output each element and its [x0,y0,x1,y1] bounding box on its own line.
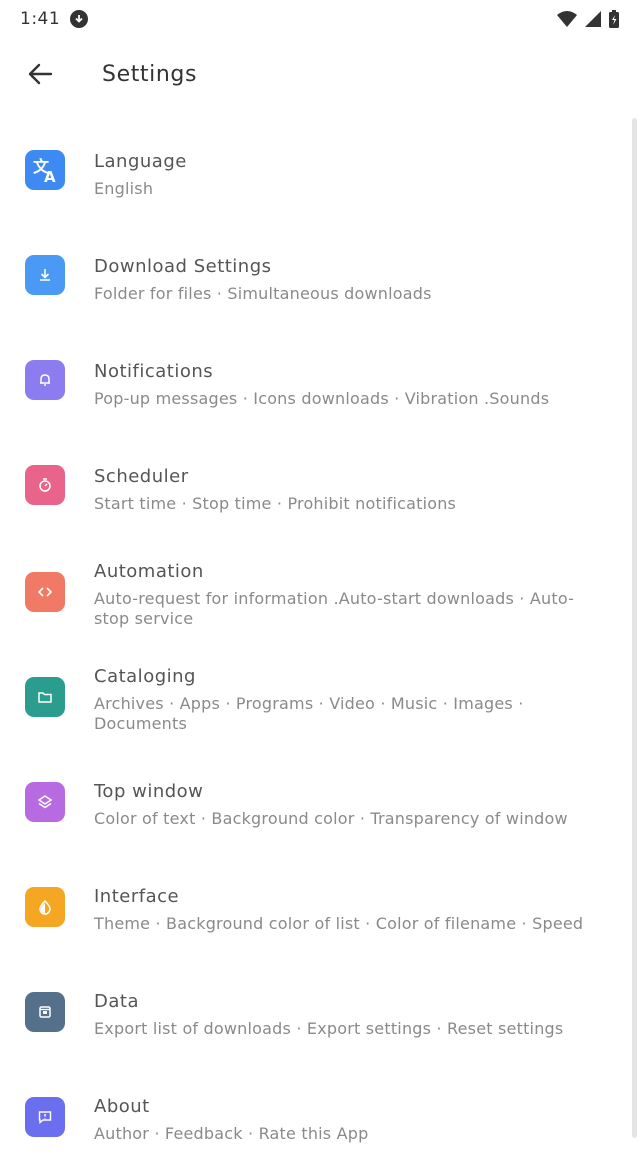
download-icon [25,255,65,295]
settings-item-language[interactable]: 文 A Language English [0,150,628,250]
settings-item-interface[interactable]: Interface Theme · Background color of li… [0,885,628,985]
settings-item-title: Automation [94,561,204,582]
status-bar: 1:41 [0,0,640,38]
signal-icon [585,11,601,27]
settings-item-data[interactable]: Data Export list of downloads · Export s… [0,990,628,1090]
settings-item-scheduler[interactable]: Scheduler Start time · Stop time · Prohi… [0,465,628,565]
settings-item-title: About [94,1096,150,1117]
settings-item-title: Download Settings [94,256,272,277]
settings-item-subtitle: Folder for files · Simultaneous download… [94,284,432,303]
settings-item-title: Notifications [94,361,214,382]
svg-text:A: A [44,168,56,185]
app-bar: Settings [0,38,640,110]
settings-item-automation[interactable]: Automation Auto-request for information … [0,560,628,660]
settings-item-subtitle: Author · Feedback · Rate this App [94,1124,369,1143]
settings-item-title: Scheduler [94,466,189,487]
settings-item-title: Data [94,991,139,1012]
arrow-left-icon [28,63,53,85]
status-time: 1:41 [20,9,61,29]
status-icons [556,9,620,29]
settings-item-subtitle: Export list of downloads · Export settin… [94,1019,564,1038]
contrast-icon [25,887,65,927]
settings-item-title: Language [94,151,187,172]
layers-icon [25,782,65,822]
page-title: Settings [102,61,198,87]
settings-item-title: Top window [94,781,204,802]
settings-item-subtitle: Start time · Stop time · Prohibit notifi… [94,494,457,513]
scrollbar[interactable] [632,118,637,1138]
settings-item-title: Interface [94,886,180,907]
bell-icon [25,360,65,400]
settings-item-download[interactable]: Download Settings Folder for files · Sim… [0,255,628,355]
settings-item-title: Cataloging [94,666,196,687]
settings-item-subtitle: Color of text · Background color · Trans… [94,809,568,828]
info-message-icon [25,1097,65,1137]
translate-icon: 文 A [25,150,65,190]
code-icon [25,572,65,612]
settings-item-subtitle: Auto-request for information .Auto-start… [94,589,575,628]
settings-item-subtitle: Pop-up messages · Icons downloads · Vibr… [94,389,550,408]
wifi-icon [557,11,577,27]
timer-icon [25,465,65,505]
settings-item-subtitle: Archives · Apps · Programs · Video · Mus… [94,694,524,733]
download-status-icon [70,10,89,28]
database-icon [25,992,65,1032]
settings-item-notifications[interactable]: Notifications Pop-up messages · Icons do… [0,360,628,460]
settings-item-about[interactable]: About Author · Feedback · Rate this App [0,1095,628,1155]
settings-item-subtitle: Theme · Background color of list · Color… [94,914,584,933]
battery-icon [609,10,619,28]
back-button[interactable] [20,54,60,94]
settings-item-cataloging[interactable]: Cataloging Archives · Apps · Programs · … [0,665,628,775]
settings-item-top-window[interactable]: Top window Color of text · Background co… [0,780,628,880]
settings-item-subtitle: English [94,179,154,198]
folder-icon [25,677,65,717]
